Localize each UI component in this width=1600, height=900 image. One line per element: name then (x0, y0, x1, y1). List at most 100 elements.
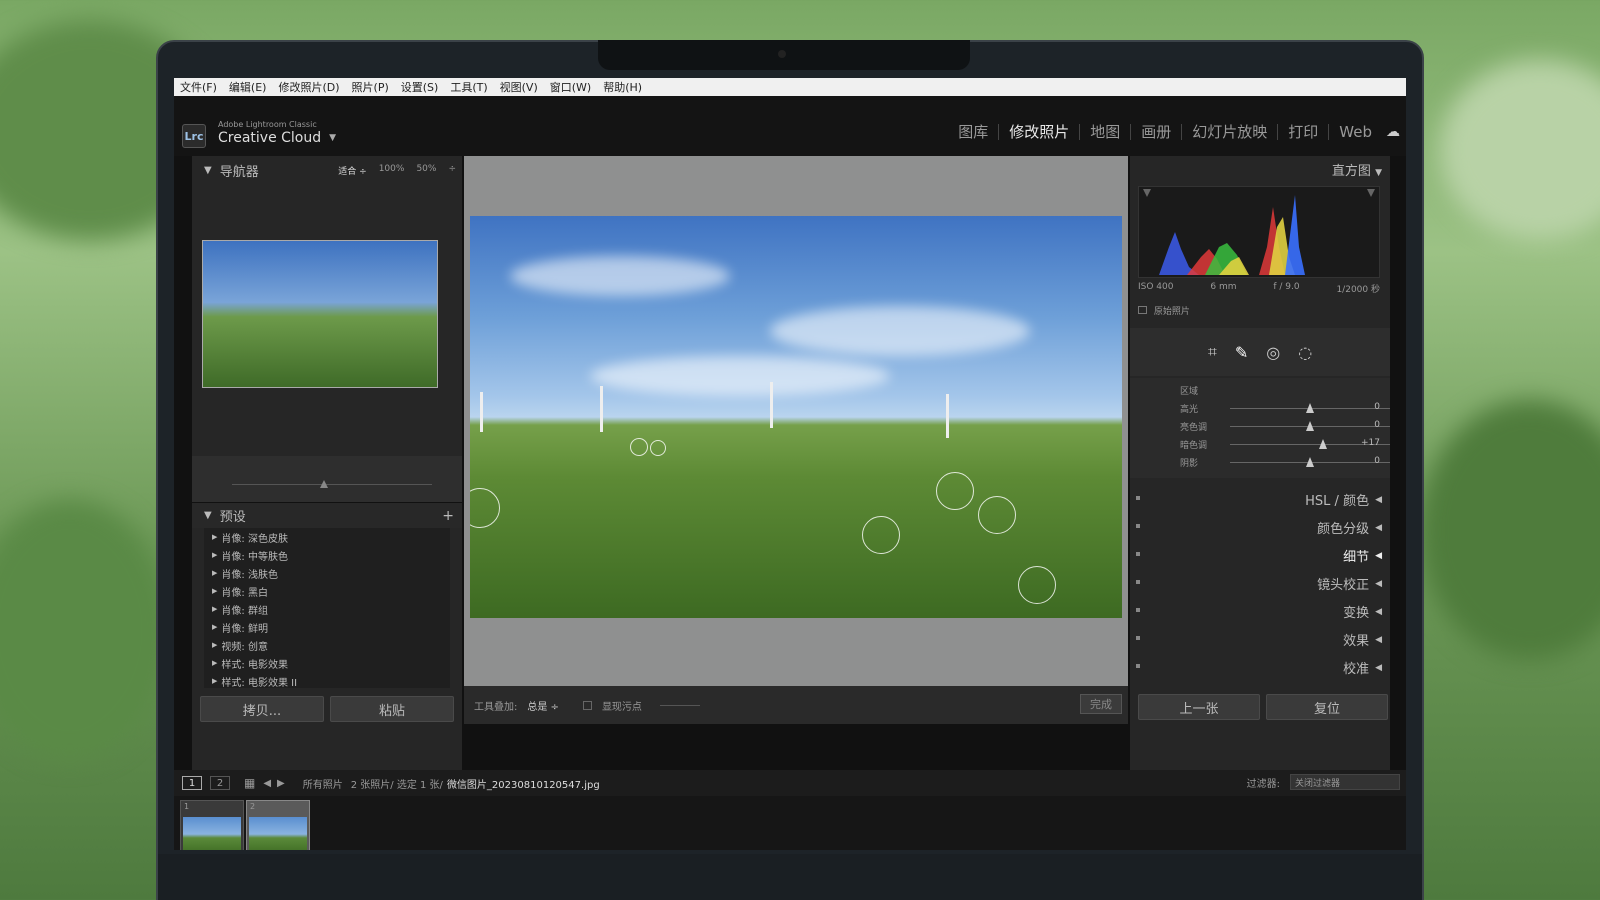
cloud-icon[interactable]: ☁ (1386, 124, 1406, 140)
film-thumb[interactable]: 2 (246, 800, 310, 850)
mask-icon[interactable]: ◌ (1298, 343, 1312, 362)
tool-overlay-select[interactable]: 总是 ÷ (527, 698, 559, 713)
filmstrip-bar: 1 2 ▦ ◀ ▶ 所有照片 2 张照片/ 选定 1 张/ 微信图片_20230… (174, 770, 1406, 796)
collapse-triangle-icon: ▼ (204, 510, 212, 521)
healing-brush-icon[interactable]: ✎ (1235, 343, 1248, 362)
panel-switch[interactable] (1136, 608, 1140, 612)
red-eye-icon[interactable]: ◎ (1266, 343, 1280, 362)
window-2-button[interactable]: 2 (210, 776, 230, 790)
preset-item[interactable]: ▶ 样式: 电影效果 (204, 654, 450, 672)
navigator-zoom: 适合 ÷ 100% 50% ÷ (338, 164, 456, 177)
slider-darks[interactable]: 暗色调 +17 (1180, 438, 1390, 452)
menu-help[interactable]: 帮助(H) (603, 79, 642, 95)
spot-circle[interactable] (862, 516, 900, 554)
presets-header[interactable]: ▼ 预设 + (192, 502, 462, 528)
menu-file[interactable]: 文件(F) (180, 79, 217, 95)
zoom-more[interactable]: ÷ (448, 164, 456, 177)
spot-removal-pin[interactable] (650, 440, 666, 456)
module-web[interactable]: Web (1329, 124, 1382, 140)
slider-shadows[interactable]: 阴影 0 (1180, 456, 1390, 470)
back-arrow-icon[interactable]: ◀ (263, 778, 271, 789)
app-name[interactable]: Creative Cloud ▼ (218, 130, 336, 146)
crop-icon[interactable]: ⌗ (1208, 342, 1217, 362)
prev-reset-row: 上一张 复位 (1138, 694, 1388, 720)
preset-item[interactable]: ▶ 肖像: 浅肤色 (204, 564, 450, 582)
panel-switch[interactable] (1136, 636, 1140, 640)
spot-removal-pin[interactable] (630, 438, 648, 456)
preset-item[interactable]: ▶ 肖像: 中等肤色 (204, 546, 450, 564)
panel-hsl[interactable]: HSL / 颜色 ◀ (1305, 490, 1382, 509)
main-photo[interactable] (470, 216, 1122, 618)
add-preset-icon[interactable]: + (442, 508, 454, 524)
filmstrip: 1 2 (174, 796, 1406, 850)
forward-arrow-icon[interactable]: ▶ (277, 778, 285, 789)
slider-highlights[interactable]: 高光 0 (1180, 402, 1390, 416)
menu-edit[interactable]: 编辑(E) (229, 79, 267, 95)
film-thumb[interactable]: 1 (180, 800, 244, 850)
spot-circle[interactable] (1018, 566, 1056, 604)
snapshot-area (192, 456, 462, 502)
module-map[interactable]: 地图 (1080, 124, 1132, 140)
window-1-button[interactable]: 1 (182, 776, 202, 790)
menu-photo[interactable]: 照片(P) (352, 79, 389, 95)
copy-paste-row: 拷贝... 粘贴 (200, 696, 454, 722)
reset-button[interactable]: 复位 (1266, 694, 1388, 720)
preset-item[interactable]: ▶ 肖像: 群组 (204, 600, 450, 618)
previous-button[interactable]: 上一张 (1138, 694, 1260, 720)
panel-switch[interactable] (1136, 524, 1140, 528)
histogram-title: 直方图 (1331, 164, 1371, 179)
module-book[interactable]: 画册 (1131, 124, 1183, 140)
preset-item[interactable]: ▶ 视频: 创意 (204, 636, 450, 654)
preset-item[interactable]: ▶ 样式: 电影效果 II (204, 672, 450, 688)
grid-icon[interactable]: ▦ (244, 776, 255, 790)
copy-button[interactable]: 拷贝... (200, 696, 324, 722)
module-library[interactable]: 图库 (948, 124, 1000, 140)
preset-item[interactable]: ▶ 肖像: 鲜明 (204, 618, 450, 636)
panel-color-grading[interactable]: 颜色分级 ◀ (1317, 518, 1382, 537)
histogram[interactable] (1138, 186, 1380, 278)
right-panel: 直方图 ▼ ISO 400 6 mm f / 9.0 1/2000 秒 原始照片… (1130, 156, 1390, 770)
filter-select[interactable]: 关闭过滤器 (1290, 774, 1400, 790)
image-canvas (464, 156, 1128, 686)
preset-item[interactable]: ▶ 肖像: 黑白 (204, 582, 450, 600)
menu-develop[interactable]: 修改照片(D) (278, 79, 339, 95)
panel-switch[interactable] (1136, 664, 1140, 668)
module-develop[interactable]: 修改照片 (999, 124, 1081, 140)
menu-tools[interactable]: 工具(T) (450, 79, 487, 95)
module-print[interactable]: 打印 (1278, 124, 1330, 140)
spot-circle[interactable] (470, 488, 500, 528)
lrc-logo: Lrc (182, 124, 206, 148)
panel-switch[interactable] (1136, 580, 1140, 584)
spot-circle[interactable] (978, 496, 1016, 534)
slider-lights[interactable]: 亮色调 0 (1180, 420, 1390, 434)
zoom-50[interactable]: 50% (416, 164, 436, 177)
panel-switch[interactable] (1136, 552, 1140, 556)
spot-circle[interactable] (936, 472, 974, 510)
panel-calibration[interactable]: 校准 ◀ (1343, 658, 1382, 677)
zoom-100[interactable]: 100% (379, 164, 405, 177)
panel-lens-correction[interactable]: 镜头校正 ◀ (1317, 574, 1382, 593)
menu-settings[interactable]: 设置(S) (401, 79, 439, 95)
histogram-header[interactable]: 直方图 ▼ (1332, 160, 1382, 179)
filter-area: 过滤器: 关闭过滤器 (1247, 774, 1400, 790)
source-label[interactable]: 所有照片 (303, 776, 343, 791)
menu-view[interactable]: 视图(V) (500, 79, 538, 95)
webcam (778, 50, 786, 58)
panel-switch[interactable] (1136, 496, 1140, 500)
chevron-right-icon: ▶ (212, 623, 218, 631)
panel-transform[interactable]: 变换 ◀ (1343, 602, 1382, 621)
panel-effects[interactable]: 效果 ◀ (1343, 630, 1382, 649)
panel-detail[interactable]: 细节 ◀ (1343, 546, 1382, 565)
done-button[interactable]: 完成 (1080, 694, 1122, 714)
zoom-fit[interactable]: 适合 ÷ (338, 164, 366, 177)
navigator-preview[interactable] (202, 240, 438, 388)
module-slideshow[interactable]: 幻灯片放映 (1182, 124, 1279, 140)
selection-info: 2 张照片/ 选定 1 张/ (350, 779, 443, 791)
preset-item[interactable]: ▶ 肖像: 深色皮肤 (204, 528, 450, 546)
spots-slider[interactable] (659, 704, 700, 706)
visualize-spots-checkbox[interactable] (582, 700, 592, 710)
original-photo-toggle[interactable]: 原始照片 (1138, 304, 1190, 317)
menu-window[interactable]: 窗口(W) (550, 79, 591, 95)
preset-list: ▶ 肖像: 深色皮肤 ▶ 肖像: 中等肤色 ▶ 肖像: 浅肤色 ▶ 肖像: 黑白 ▶ 肖像… (204, 528, 450, 688)
paste-button[interactable]: 粘贴 (330, 696, 454, 722)
